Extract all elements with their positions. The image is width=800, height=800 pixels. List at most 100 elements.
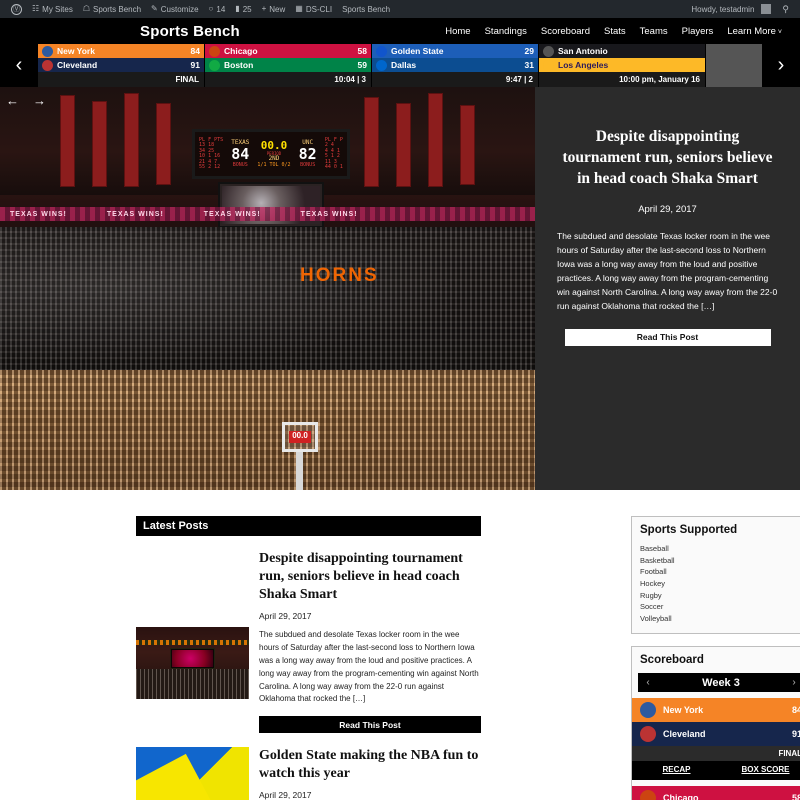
team-name: Cleveland (663, 729, 706, 740)
arena-scoreboard-display: PL F PTS 13 18 34 25 10 1 16 21 4 7 55 2 12 T… (195, 132, 347, 176)
site-title[interactable]: Sports Bench (140, 23, 240, 40)
admin-bar-my-account[interactable]: Howdy, testadmin (686, 0, 776, 18)
team-name: Los Angeles (558, 60, 609, 70)
team-logo-icon (376, 59, 387, 71)
sport-item[interactable]: Football (640, 566, 800, 578)
plus-icon: + (261, 4, 267, 13)
sport-item[interactable]: Baseball (640, 543, 800, 555)
ticker-away-row: Chicago 58 (205, 44, 371, 58)
nav-label: Learn More (727, 25, 776, 37)
widget-title: Scoreboard (640, 654, 704, 667)
arena-left-score: 84 (231, 145, 250, 164)
ticker-home-row: Dallas 31 (372, 58, 538, 72)
arena-scoreboard: PL F PTS 13 18 34 25 10 1 16 21 4 7 55 2 12 T… (192, 129, 350, 179)
sites-icon: ☷ (32, 4, 40, 13)
arena-tol-right: 0/2 (281, 161, 291, 168)
nav-item-teams[interactable]: Teams (640, 26, 668, 37)
nav-item-home[interactable]: Home (445, 26, 470, 37)
hero-post-title[interactable]: Despite disappointing tournament run, se… (557, 127, 778, 190)
scoreboard-home-row[interactable]: Cleveland 91 (632, 722, 800, 747)
team-score: 91 (190, 60, 200, 70)
team-logo-icon (42, 59, 53, 71)
search-icon: ⚲ (782, 3, 789, 14)
admin-bar-label: 14 (216, 4, 226, 14)
arena-tol: 1/1 TOL 0/2 (257, 161, 291, 169)
ticker-home-row: Cleveland 91 (38, 58, 204, 72)
team-name: Chicago (663, 793, 699, 800)
arena-bonus-right: BONUS (300, 161, 316, 168)
hero-read-post-button[interactable]: Read This Post (564, 328, 771, 346)
sport-item[interactable]: Volleyball (640, 613, 800, 625)
page-content: Latest Posts Despite disappointing tourn… (0, 490, 800, 800)
week-next-button[interactable]: › (784, 677, 800, 688)
sport-item[interactable]: Hockey (640, 578, 800, 590)
ticker-game[interactable]: San Antonio Los Angeles 10:00 pm, Januar… (539, 44, 706, 87)
sport-item[interactable]: Basketball (640, 555, 800, 567)
nav-item-scoreboard[interactable]: Scoreboard (541, 26, 590, 37)
team-logo-icon (543, 59, 554, 71)
led-message: TEXAS WINS! (106, 210, 164, 218)
team-name: Dallas (391, 60, 417, 70)
scoreboard-away-row[interactable]: Chicago 58 (632, 786, 800, 800)
admin-bar-item-site-name[interactable]: ☖ Sports Bench (78, 0, 146, 18)
post-title[interactable]: Despite disappointing tournament run, se… (259, 550, 481, 604)
team-name: New York (57, 46, 95, 56)
wp-logo-menu[interactable]: Ⓥ (6, 0, 27, 18)
ticker-game[interactable]: Golden State 29 Dallas 31 9:47 | 2 (372, 44, 539, 87)
home-icon: ☖ (82, 4, 91, 13)
post-title[interactable]: Golden State making the NBA fun to watch… (259, 747, 481, 783)
admin-bar-item-updates[interactable]: ○ 14 (204, 0, 231, 18)
hero-next-button[interactable]: → (33, 93, 46, 108)
week-prev-button[interactable]: ‹ (638, 677, 658, 688)
ticker-next-button[interactable]: › (762, 44, 800, 87)
nav-item-stats[interactable]: Stats (604, 26, 626, 37)
championship-banner (460, 105, 475, 185)
sport-item[interactable]: Soccer (640, 601, 800, 613)
nav-item-players[interactable]: Players (682, 26, 714, 37)
arena-video-board (218, 182, 324, 228)
championship-banner (156, 103, 171, 185)
nav-item-standings[interactable]: Standings (485, 26, 527, 37)
terminal-icon: ▦ (295, 4, 303, 13)
hero-prev-button[interactable]: ← (6, 93, 19, 108)
team-score: 84 (791, 705, 800, 716)
post-thumbnail[interactable] (136, 627, 249, 700)
read-post-button[interactable]: Read This Post (259, 716, 481, 734)
led-message: TEXAS WINS! (10, 210, 67, 218)
player-fouls-left: PL F PTS 13 18 34 25 10 1 16 21 4 7 55 2 12 (199, 136, 224, 170)
admin-bar-search[interactable]: ⚲ (776, 0, 794, 18)
hero-carousel: ← → PL F PTS 13 18 34 25 10 1 16 21 4 7 55 2 … (0, 87, 800, 490)
scoreboard-game: Chicago 58 (632, 786, 800, 800)
admin-bar-item-sports-bench[interactable]: Sports Bench (337, 0, 395, 18)
box-score-link[interactable]: BOX SCORE (721, 765, 800, 774)
led-message: TEXAS WINS! (300, 210, 358, 218)
post-date: April 29, 2017 (259, 790, 312, 800)
team-score: 31 (524, 60, 534, 70)
admin-bar-item-my-sites[interactable]: ☷ My Sites (27, 0, 78, 18)
main-navigation: Home Standings Scoreboard Stats Teams Pl… (445, 26, 782, 37)
sport-item[interactable]: Rugby (640, 590, 800, 602)
arena-tol-left: 1/1 (257, 161, 267, 168)
team-name: Chicago (224, 46, 258, 56)
post-excerpt: The subdued and desolate Texas locker ro… (259, 629, 479, 704)
ticker-game[interactable]: New York 84 Cleveland 91 FINAL (38, 44, 205, 87)
admin-bar-item-ds-cli[interactable]: ▦ DS-CLI (290, 0, 337, 18)
admin-bar-item-new[interactable]: + New (257, 0, 291, 18)
admin-bar-item-customize[interactable]: ✎ Customize (146, 0, 204, 18)
admin-bar-item-comments[interactable]: ▮ 25 (230, 0, 256, 18)
post-thumbnail[interactable] (136, 747, 249, 800)
recap-link[interactable]: RECAP (632, 765, 721, 774)
scoreboard-game: New York 84 Cleveland 91 FINAL RECAP BOX… (632, 698, 800, 781)
hero-carousel-nav: ← → (6, 93, 46, 108)
game-status: 10:04 | 3 (205, 72, 371, 87)
team-name: Boston (224, 60, 254, 70)
team-name: San Antonio (558, 46, 608, 56)
ticker-prev-button[interactable]: ‹ (0, 44, 38, 87)
team-logo-icon (640, 726, 656, 743)
nav-item-learn-more[interactable]: Learn More ˅ (727, 26, 782, 37)
post-body: Despite disappointing tournament run, se… (259, 550, 481, 734)
shot-clock: 00.0 (289, 431, 311, 443)
ticker-game[interactable]: Chicago 58 Boston 59 10:04 | 3 (205, 44, 372, 87)
team-name: Golden State (391, 46, 444, 56)
scoreboard-away-row[interactable]: New York 84 (632, 698, 800, 723)
